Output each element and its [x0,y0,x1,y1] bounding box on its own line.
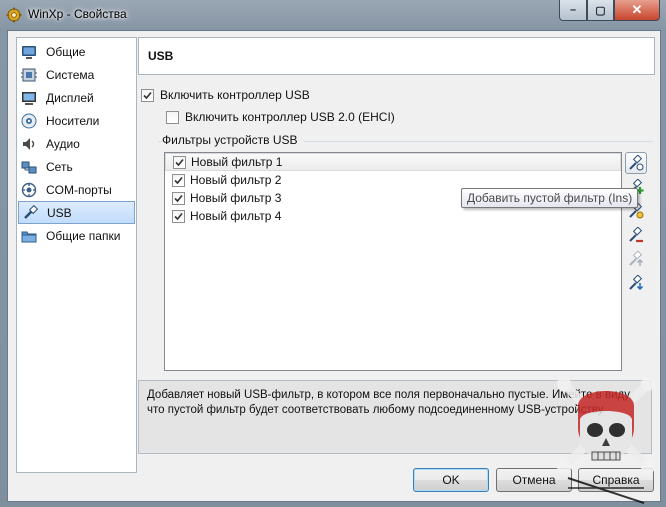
close-button[interactable]: ✕ [614,0,660,21]
audio-icon [23,137,35,150]
nav-item-usb[interactable]: USB [18,201,135,224]
filter-checkbox[interactable] [172,209,185,223]
enable-ehci-row[interactable]: Включить контроллер USB 2.0 (EHCI) [166,110,395,124]
move-filter-up-button[interactable] [625,248,647,270]
maximize-button[interactable]: ▢ [587,0,614,21]
filter-label: Новый фильтр 2 [190,173,282,187]
usb-icon [24,204,38,219]
nav-item-label: Дисплей [46,90,94,105]
filter-checkbox[interactable] [173,155,186,169]
nav-item-com-ports[interactable]: COM-порты [17,178,136,201]
display-icon [22,91,36,105]
remove-filter-button[interactable] [625,224,647,246]
nav-item-label: Носители [46,113,100,128]
help-button[interactable]: Справка [578,468,654,492]
filter-checkbox[interactable] [172,191,185,205]
move-filter-down-icon [629,275,644,291]
filter-item[interactable]: Новый фильтр 2 [165,171,621,189]
remove-filter-icon [629,227,643,243]
cancel-button[interactable]: Отмена [496,468,572,492]
settings-category-list: Общие Система Дисплей Носители Аудио Сет… [16,37,137,473]
nav-item-audio[interactable]: Аудио [17,132,136,155]
nav-item-label: Общие папки [46,228,121,243]
nav-item-label: Система [46,67,95,82]
enable-usb-checkbox[interactable] [141,88,154,102]
enable-usb-label: Включить контроллер USB [160,88,310,102]
title-bar[interactable]: WinXp - Свойства – ▢ ✕ [0,0,666,30]
dialog-client-area: Общие Система Дисплей Носители Аудио Сет… [7,30,661,502]
system-icon [21,68,37,81]
network-icon [21,161,37,173]
description-panel: Добавляет новый USB-фильтр, в котором вс… [138,380,652,454]
nav-item-storage[interactable]: Носители [17,109,136,132]
enable-usb-row[interactable]: Включить контроллер USB [141,88,310,102]
filters-group-label: Фильтры устройств USB [162,133,304,147]
ok-button[interactable]: OK [413,468,489,492]
checkmark-icon [175,158,184,166]
checkmark-icon [174,176,183,184]
add-empty-filter-button[interactable] [625,152,647,174]
nav-item-network[interactable]: Сеть [17,155,136,178]
filter-toolbar [625,152,649,296]
nav-item-system[interactable]: Система [17,63,136,86]
nav-item-label: Аудио [46,136,80,151]
add-empty-filter-icon [629,155,644,171]
nav-item-label: Сеть [46,159,73,174]
filter-item[interactable]: Новый фильтр 4 [165,207,621,225]
window-title: WinXp - Свойства [28,7,127,21]
filter-label: Новый фильтр 1 [191,155,283,169]
nav-item-label: COM-порты [46,182,112,197]
nav-item-label: Общие [46,44,86,59]
nav-item-shared-folders[interactable]: Общие папки [17,224,136,247]
storage-icon [21,113,37,128]
checkmark-icon [143,91,152,99]
move-filter-up-icon [629,251,644,266]
nav-item-general[interactable]: Общие [17,40,136,63]
tooltip: Добавить пустой фильтр (Ins) [461,188,639,208]
gear-icon [6,7,22,23]
shared-folders-icon [21,231,37,242]
page-title: USB [148,49,174,63]
filter-item[interactable]: Новый фильтр 1 [165,153,621,171]
move-filter-down-button[interactable] [625,272,647,294]
page-header: USB [138,37,655,75]
filter-checkbox[interactable] [172,173,185,187]
window-frame: WinXp - Свойства – ▢ ✕ Общие Система Дис… [0,0,666,507]
general-icon [22,45,36,59]
description-text: Добавляет новый USB-фильтр, в котором вс… [147,389,633,416]
usb-filter-list[interactable]: Новый фильтр 1 Новый фильтр 2 Новый филь… [164,152,622,371]
enable-ehci-label: Включить контроллер USB 2.0 (EHCI) [185,110,395,124]
enable-ehci-checkbox[interactable] [166,110,179,124]
filter-label: Новый фильтр 4 [190,209,282,223]
filter-label: Новый фильтр 3 [190,191,282,205]
nav-item-display[interactable]: Дисплей [17,86,136,109]
nav-item-label: USB [47,205,72,220]
minimize-button[interactable]: – [559,0,587,21]
checkmark-icon [174,212,183,220]
com-ports-icon [21,182,37,197]
checkmark-icon [174,194,183,202]
